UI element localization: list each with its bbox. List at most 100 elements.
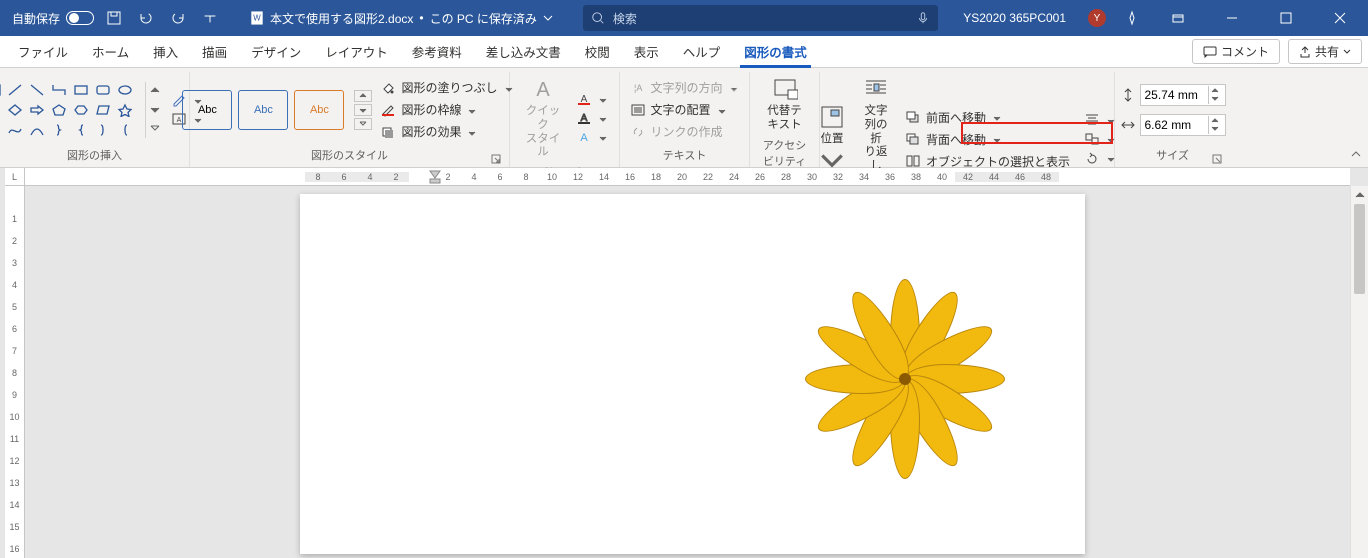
comments-button[interactable]: コメント — [1192, 39, 1280, 64]
shape-width-field[interactable] — [1140, 114, 1226, 136]
flower-shape[interactable] — [795, 269, 1015, 489]
group-accessibility: 代替テ キスト アクセシビリティ — [750, 72, 820, 167]
share-button[interactable]: 共有 — [1288, 39, 1362, 64]
autosave-label: 自動保存 — [12, 10, 60, 27]
save-button[interactable] — [102, 6, 126, 30]
shape-effects-button[interactable]: 図形の効果 — [378, 122, 516, 141]
shape-freeform-icon[interactable] — [5, 121, 25, 139]
height-up[interactable] — [1209, 86, 1221, 95]
dialog-launcher-styles[interactable] — [491, 154, 501, 164]
shape-arc-icon[interactable] — [0, 121, 3, 139]
shape-pentagon-icon[interactable] — [49, 101, 69, 119]
shape-lbrace2-icon[interactable] — [93, 121, 113, 139]
style-preset-2[interactable]: Abc — [238, 90, 288, 130]
shape-height-field[interactable] — [1140, 84, 1226, 106]
shape-parallelogram-icon[interactable] — [93, 101, 113, 119]
tab-design[interactable]: デザイン — [239, 36, 313, 67]
tab-references[interactable]: 参考資料 — [400, 36, 474, 67]
shape-fill-button[interactable]: 図形の塗りつぶし — [378, 78, 516, 97]
minimize-button[interactable] — [1212, 0, 1252, 36]
shape-line-icon[interactable] — [5, 81, 25, 99]
coming-soon-button[interactable] — [1120, 6, 1144, 30]
ruler-tick: 13 — [5, 472, 24, 494]
link-icon — [630, 125, 646, 139]
shape-textbox-icon[interactable]: A — [0, 81, 3, 99]
shape-width-input[interactable] — [1145, 118, 1199, 132]
width-down[interactable] — [1209, 125, 1221, 134]
shape-rbrace2-icon[interactable] — [115, 121, 135, 139]
tab-view[interactable]: 表示 — [622, 36, 671, 67]
text-outline-button[interactable]: A — [574, 110, 611, 126]
style-gallery-more[interactable] — [354, 90, 372, 130]
user-avatar[interactable]: Y — [1088, 9, 1106, 27]
shape-star-icon[interactable] — [115, 101, 135, 119]
undo-button[interactable] — [134, 6, 158, 30]
tab-draw[interactable]: 描画 — [190, 36, 239, 67]
text-fill-button[interactable]: A — [574, 91, 611, 107]
height-icon — [1120, 87, 1136, 103]
shape-rect-icon[interactable] — [71, 81, 91, 99]
ruler-tick: 32 — [825, 172, 851, 182]
group-label-shape-styles: 図形のスタイル — [311, 150, 388, 162]
tab-mailings[interactable]: 差し込み文書 — [474, 36, 573, 67]
tab-file[interactable]: ファイル — [6, 36, 80, 67]
maximize-button[interactable] — [1266, 0, 1306, 36]
tab-review[interactable]: 校閲 — [573, 36, 622, 67]
quick-styles-button[interactable]: Aクイック スタイル — [518, 72, 568, 164]
redo-button[interactable] — [166, 6, 190, 30]
style-preset-1[interactable]: Abc — [182, 90, 232, 130]
horizontal-ruler[interactable]: 8642246810121416182022242628303234363840… — [25, 168, 1350, 186]
group-label-insert-shapes: 図形の挿入 — [8, 147, 181, 167]
align-button[interactable] — [1082, 112, 1119, 128]
shapes-gallery-more[interactable] — [145, 82, 163, 138]
tab-insert[interactable]: 挿入 — [141, 36, 190, 67]
shape-oval-icon[interactable] — [115, 81, 135, 99]
search-input[interactable]: 検索 — [583, 5, 938, 31]
ruler-tick — [5, 186, 24, 208]
scroll-thumb[interactable] — [1354, 204, 1365, 294]
group-objects-button[interactable] — [1082, 131, 1119, 147]
send-backward-button[interactable]: 背面へ移動 — [903, 130, 1072, 149]
vertical-ruler[interactable]: 12345678910111213141516 — [5, 186, 25, 558]
align-text-button[interactable]: 文字の配置 — [628, 100, 742, 119]
ribbon-display-button[interactable] — [1158, 0, 1198, 36]
shape-curve-icon[interactable] — [27, 121, 47, 139]
shape-roundrect-icon[interactable] — [93, 81, 113, 99]
mic-icon[interactable] — [916, 11, 930, 25]
dialog-launcher-size[interactable] — [1212, 154, 1222, 164]
shape-rbrace-icon[interactable] — [49, 121, 69, 139]
vertical-scrollbar[interactable] — [1350, 186, 1368, 558]
bring-forward-button[interactable]: 前面へ移動 — [903, 108, 1072, 127]
collapse-ribbon-button[interactable] — [1350, 148, 1362, 163]
shape-height-input[interactable] — [1145, 88, 1199, 102]
shape-diamond-icon[interactable] — [5, 101, 25, 119]
tab-home[interactable]: ホーム — [80, 36, 141, 67]
text-effects-button[interactable]: A — [574, 129, 611, 145]
height-down[interactable] — [1209, 95, 1221, 104]
shapes-gallery[interactable]: A — [0, 81, 135, 139]
shape-outline-button[interactable]: 図形の枠線 — [378, 100, 516, 119]
ruler-tick: 6 — [331, 172, 357, 182]
shape-line2-icon[interactable] — [27, 81, 47, 99]
shape-arrow-r-icon[interactable] — [27, 101, 47, 119]
rotate-button[interactable] — [1082, 150, 1119, 166]
qat-more-button[interactable] — [198, 6, 222, 30]
shape-lbrace-icon[interactable] — [71, 121, 91, 139]
group-icon — [1084, 132, 1100, 146]
autosave-toggle[interactable]: 自動保存 — [12, 10, 94, 27]
scroll-up-button[interactable] — [1351, 186, 1368, 204]
close-button[interactable] — [1320, 0, 1360, 36]
account-name[interactable]: YS2020 365PC001 — [963, 11, 1066, 25]
tab-shape-format[interactable]: 図形の書式 — [732, 36, 819, 67]
shape-triangle-icon[interactable] — [0, 101, 3, 119]
indent-marker-icon[interactable] — [429, 170, 441, 186]
tab-layout[interactable]: レイアウト — [313, 36, 400, 67]
ruler-tick: 12 — [565, 172, 591, 182]
width-up[interactable] — [1209, 116, 1221, 125]
style-preset-3[interactable]: Abc — [294, 90, 344, 130]
document-page[interactable] — [300, 194, 1085, 554]
tab-help[interactable]: ヘルプ — [671, 36, 733, 67]
shape-hexagon-icon[interactable] — [71, 101, 91, 119]
alt-text-button[interactable]: 代替テ キスト — [763, 72, 806, 137]
shape-connector-icon[interactable] — [49, 81, 69, 99]
